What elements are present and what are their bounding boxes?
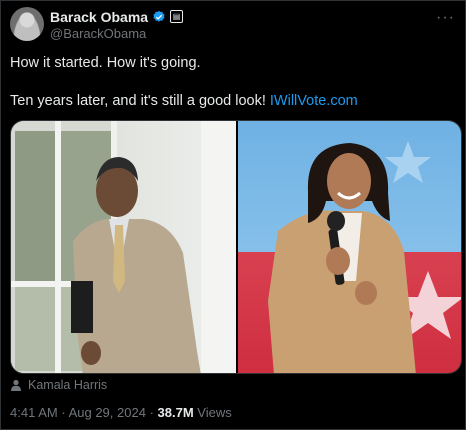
views-count[interactable]: 38.7M [158, 405, 194, 420]
author-handle[interactable]: @BarackObama [50, 26, 183, 41]
photo-left-illustration [11, 121, 236, 373]
photo-right[interactable] [238, 121, 461, 373]
verified-badge-icon [153, 10, 165, 22]
more-options-icon[interactable]: ··· [436, 9, 455, 27]
tweet-card: Barack Obama ▤ @BarackObama ··· How it s… [0, 0, 466, 430]
author-block: Barack Obama ▤ @BarackObama [50, 8, 184, 41]
media-grid [10, 120, 462, 374]
avatar[interactable] [10, 7, 44, 41]
photo-right-illustration [268, 141, 461, 373]
meta-separator: · [149, 405, 154, 420]
person-icon [11, 379, 21, 391]
views-label: Views [197, 405, 232, 420]
media-tag[interactable]: Kamala Harris [10, 378, 107, 392]
tweet-line-2-text: Ten years later, and it's still a good l… [10, 93, 266, 109]
tweet-time[interactable]: 4:41 AM [10, 405, 58, 420]
tweet-line-1: How it started. How it's going. [10, 55, 201, 71]
tweet-date[interactable]: Aug 29, 2024 [69, 405, 146, 420]
tagged-person[interactable]: Kamala Harris [28, 378, 107, 392]
author-name[interactable]: Barack Obama [50, 9, 148, 25]
tweet-line-2: Ten years later, and it's still a good l… [10, 91, 455, 111]
tweet-header: Barack Obama ▤ @BarackObama ··· [10, 7, 457, 41]
author-name-row: Barack Obama ▤ [50, 8, 184, 25]
meta-separator: · [61, 405, 66, 420]
tweet-link[interactable]: IWillVote.com [270, 93, 358, 109]
government-badge-icon: ▤ [170, 10, 184, 23]
tweet-text: How it started. How it's going. Ten year… [10, 53, 455, 111]
photo-left[interactable] [11, 121, 236, 373]
tweet-meta: 4:41 AM · Aug 29, 2024 · 38.7M Views [10, 405, 232, 420]
